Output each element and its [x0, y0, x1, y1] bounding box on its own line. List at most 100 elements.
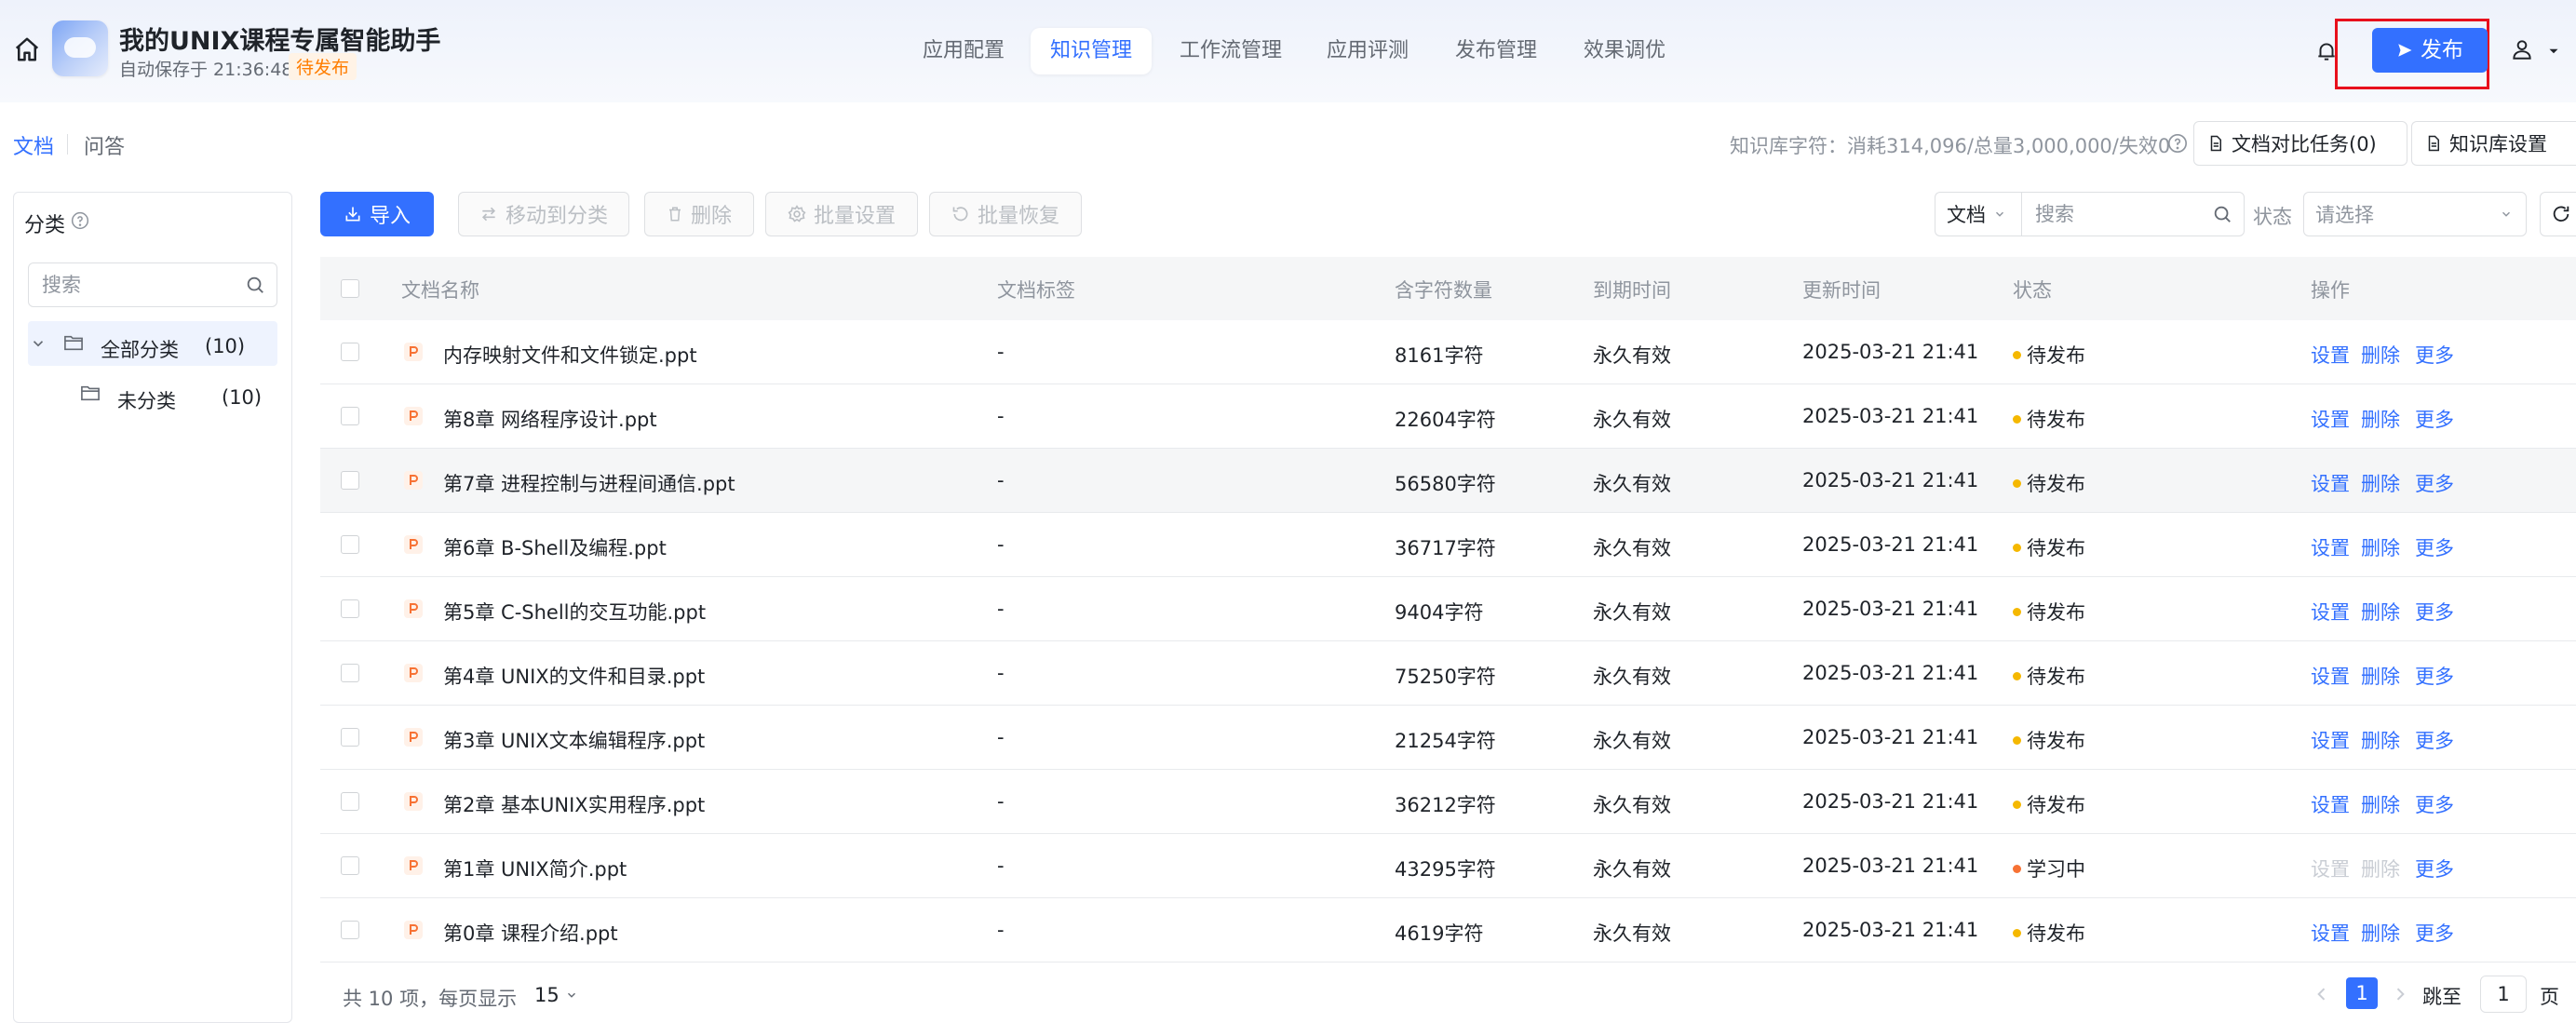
kb-settings-button[interactable]: 知识库设置 — [2411, 121, 2576, 166]
row-checkbox[interactable] — [341, 792, 359, 811]
publish-button[interactable]: 发布 — [2372, 28, 2488, 73]
row-settings-link[interactable]: 设置 — [2311, 855, 2350, 882]
doc-name[interactable]: 第0章 课程介绍.ppt — [443, 919, 618, 947]
table-row[interactable]: 第0章 课程介绍.ppt - 4619字符 永久有效 2025-03-21 21:41 待… — [320, 898, 2576, 962]
row-checkbox[interactable] — [341, 343, 359, 361]
doc-name[interactable]: 第2章 基本UNIX实用程序.ppt — [443, 790, 705, 818]
row-settings-link[interactable]: 设置 — [2311, 726, 2350, 754]
help-icon[interactable] — [71, 211, 89, 230]
page-size-select[interactable]: 15 — [534, 984, 578, 1006]
tab-workflow-management[interactable]: 工作流管理 — [1166, 28, 1296, 74]
chevron-down-icon — [1993, 208, 2006, 221]
doc-name[interactable]: 第1章 UNIX简介.ppt — [443, 855, 627, 882]
row-checkbox[interactable] — [341, 535, 359, 554]
user-icon[interactable] — [2510, 37, 2534, 61]
row-delete-link[interactable]: 删除 — [2361, 662, 2400, 690]
table-row[interactable]: 第4章 UNIX的文件和目录.ppt - 75250字符 永久有效 2025-03-21… — [320, 641, 2576, 706]
row-delete-link[interactable]: 删除 — [2361, 405, 2400, 433]
row-settings-link[interactable]: 设置 — [2311, 598, 2350, 626]
search-icon[interactable] — [245, 275, 265, 295]
row-delete-link[interactable]: 删除 — [2361, 790, 2400, 818]
row-more-link[interactable]: 更多 — [2415, 598, 2454, 626]
row-more-link[interactable]: 更多 — [2415, 726, 2454, 754]
row-more-link[interactable]: 更多 — [2415, 341, 2454, 369]
doc-name[interactable]: 第6章 B-Shell及编程.ppt — [443, 533, 667, 561]
table-row[interactable]: 第7章 进程控制与进程间通信.ppt - 56580字符 永久有效 2025-03-21… — [320, 449, 2576, 513]
row-settings-link[interactable]: 设置 — [2311, 790, 2350, 818]
move-to-category-button[interactable]: 移动到分类 — [458, 192, 629, 236]
row-checkbox[interactable] — [341, 407, 359, 425]
row-settings-link[interactable]: 设置 — [2311, 469, 2350, 497]
row-more-link[interactable]: 更多 — [2415, 405, 2454, 433]
doc-name[interactable]: 内存映射文件和文件锁定.ppt — [443, 341, 697, 369]
row-checkbox[interactable] — [341, 728, 359, 747]
row-settings-link[interactable]: 设置 — [2311, 341, 2350, 369]
tab-app-config[interactable]: 应用配置 — [909, 28, 1018, 74]
row-checkbox[interactable] — [341, 664, 359, 682]
batch-restore-button[interactable]: 批量恢复 — [929, 192, 1082, 236]
tab-publish-management[interactable]: 发布管理 — [1441, 28, 1551, 74]
chevron-down-icon[interactable] — [2545, 43, 2562, 60]
table-row[interactable]: 第3章 UNIX文本编辑程序.ppt - 21254字符 永久有效 2025-03-21… — [320, 706, 2576, 770]
next-page-icon[interactable] — [2391, 985, 2409, 1003]
row-more-link[interactable]: 更多 — [2415, 469, 2454, 497]
status-filter-select[interactable]: 请选择 — [2303, 192, 2527, 236]
row-delete-link[interactable]: 删除 — [2361, 855, 2400, 882]
row-checkbox[interactable] — [341, 471, 359, 490]
row-settings-link[interactable]: 设置 — [2311, 919, 2350, 947]
doc-name[interactable]: 第7章 进程控制与进程间通信.ppt — [443, 469, 735, 497]
table-row[interactable]: 第1章 UNIX简介.ppt - 43295字符 永久有效 2025-03-21 21:… — [320, 834, 2576, 898]
table-row[interactable]: 第6章 B-Shell及编程.ppt - 36717字符 永久有效 2025-03-21… — [320, 513, 2576, 577]
tab-effect-tuning[interactable]: 效果调优 — [1570, 28, 1679, 74]
col-expiry: 到期时间 — [1593, 279, 1671, 302]
row-delete-link[interactable]: 删除 — [2361, 726, 2400, 754]
row-more-link[interactable]: 更多 — [2415, 855, 2454, 882]
prev-page-icon[interactable] — [2313, 985, 2331, 1003]
row-more-link[interactable]: 更多 — [2415, 662, 2454, 690]
table-row[interactable]: 第8章 网络程序设计.ppt - 22604字符 永久有效 2025-03-21 21:… — [320, 384, 2576, 449]
updated-time: 2025-03-21 21:41 — [1802, 341, 1979, 363]
table-row[interactable]: 内存映射文件和文件锁定.ppt - 8161字符 永久有效 2025-03-21 21:… — [320, 320, 2576, 384]
table-row[interactable]: 第2章 基本UNIX实用程序.ppt - 36212字符 永久有效 2025-03-21… — [320, 770, 2576, 834]
doc-name[interactable]: 第5章 C-Shell的交互功能.ppt — [443, 598, 706, 626]
home-icon[interactable] — [13, 35, 41, 63]
tree-item-uncategorized[interactable]: 未分类 — [117, 386, 176, 414]
tab-app-evaluation[interactable]: 应用评测 — [1313, 28, 1423, 74]
row-more-link[interactable]: 更多 — [2415, 533, 2454, 561]
row-more-link[interactable]: 更多 — [2415, 919, 2454, 947]
row-delete-link[interactable]: 删除 — [2361, 533, 2400, 561]
row-checkbox[interactable] — [341, 599, 359, 618]
select-all-checkbox[interactable] — [341, 279, 359, 298]
row-delete-link[interactable]: 删除 — [2361, 598, 2400, 626]
subtab-documents[interactable]: 文档 — [13, 130, 54, 160]
search-icon[interactable] — [2212, 204, 2232, 224]
doc-name[interactable]: 第8章 网络程序设计.ppt — [443, 405, 657, 433]
category-search-input[interactable] — [40, 263, 230, 306]
help-icon[interactable] — [2167, 133, 2188, 154]
batch-settings-button[interactable]: 批量设置 — [765, 192, 918, 236]
row-delete-link[interactable]: 删除 — [2361, 919, 2400, 947]
row-more-link[interactable]: 更多 — [2415, 790, 2454, 818]
delete-button[interactable]: 删除 — [644, 192, 754, 236]
row-checkbox[interactable] — [341, 921, 359, 939]
row-settings-link[interactable]: 设置 — [2311, 405, 2350, 433]
row-checkbox[interactable] — [341, 856, 359, 875]
import-button[interactable]: 导入 — [320, 192, 434, 236]
subtab-qa[interactable]: 问答 — [84, 130, 125, 160]
doc-search-input[interactable] — [2033, 193, 2205, 236]
chevron-down-icon[interactable] — [30, 335, 47, 352]
compare-task-button[interactable]: 文档对比任务(0) — [2193, 121, 2407, 166]
jump-page-input[interactable]: 1 — [2480, 976, 2527, 1013]
import-icon — [344, 205, 362, 223]
row-delete-link[interactable]: 删除 — [2361, 341, 2400, 369]
doc-name[interactable]: 第4章 UNIX的文件和目录.ppt — [443, 662, 705, 690]
current-page-button[interactable]: 1 — [2346, 977, 2378, 1009]
row-settings-link[interactable]: 设置 — [2311, 662, 2350, 690]
refresh-button[interactable] — [2540, 192, 2576, 236]
tab-knowledge-management[interactable]: 知识管理 — [1031, 28, 1152, 74]
table-row[interactable]: 第5章 C-Shell的交互功能.ppt - 9404字符 永久有效 2025-03-2… — [320, 577, 2576, 641]
row-delete-link[interactable]: 删除 — [2361, 469, 2400, 497]
row-settings-link[interactable]: 设置 — [2311, 533, 2350, 561]
doc-type-select[interactable]: 文档 — [1935, 192, 2022, 236]
doc-name[interactable]: 第3章 UNIX文本编辑程序.ppt — [443, 726, 705, 754]
